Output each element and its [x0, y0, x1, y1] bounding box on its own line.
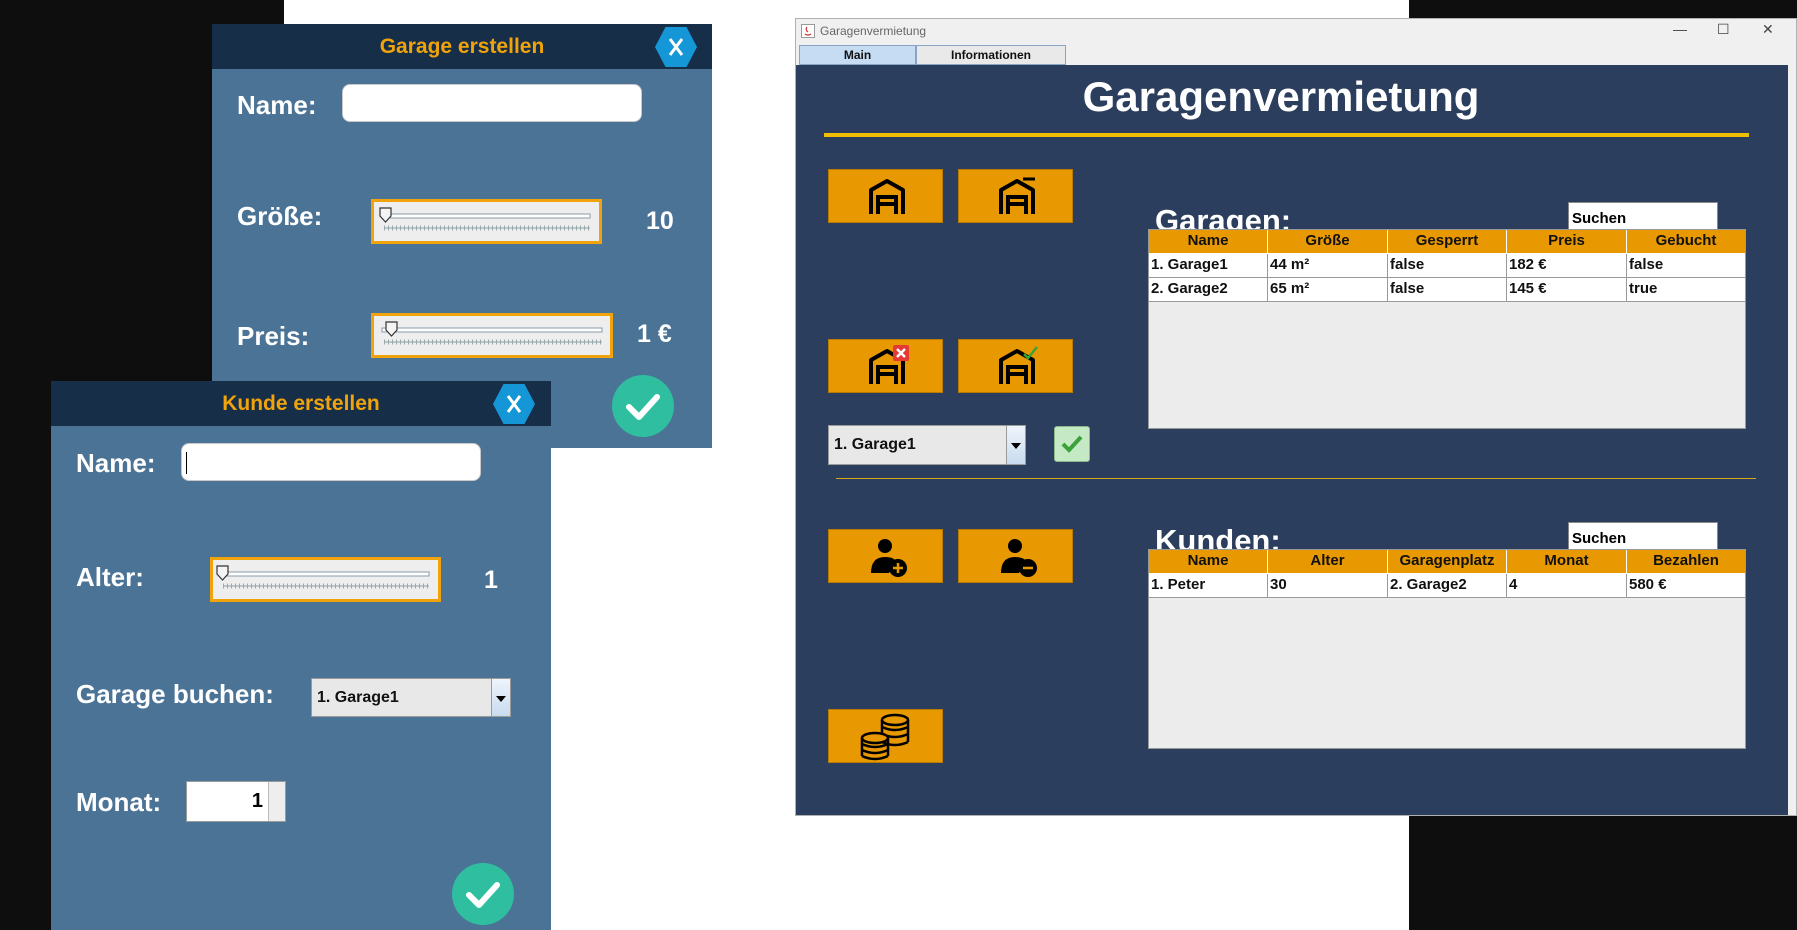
- garage-remove-icon: [999, 177, 1035, 214]
- checkmark-icon: [626, 394, 660, 420]
- tab-main[interactable]: Main: [799, 45, 916, 65]
- lock-garage-button[interactable]: [828, 339, 943, 393]
- table-cell: 580 €: [1627, 574, 1745, 598]
- name-label: Name:: [76, 448, 156, 478]
- price-label: Preis:: [237, 321, 310, 351]
- garagen-table: Name Größe Gesperrt Preis Gebucht 1. Gar…: [1148, 229, 1746, 429]
- column-header[interactable]: Alter: [1268, 550, 1388, 574]
- month-value: 1: [251, 790, 263, 812]
- garage-confirm-button[interactable]: [612, 375, 674, 437]
- window-title: Garagenvermietung: [820, 24, 927, 38]
- confirm-garage-button[interactable]: [1054, 426, 1090, 462]
- column-header[interactable]: Größe: [1268, 230, 1388, 254]
- column-header[interactable]: Name: [1149, 230, 1268, 254]
- table-row[interactable]: 1. Peter 30 2. Garage2 4 580 €: [1149, 574, 1745, 598]
- customer-confirm-button[interactable]: [452, 863, 514, 925]
- spinner-down-icon[interactable]: [268, 801, 285, 821]
- main-window: Garagenvermietung — ☐ ✕ Main Information…: [795, 18, 1797, 816]
- price-slider[interactable]: [371, 313, 613, 358]
- minimize-button[interactable]: —: [1673, 21, 1687, 37]
- table-cell: 44 m²: [1268, 254, 1388, 278]
- table-cell: 1. Garage1: [1149, 254, 1268, 278]
- table-cell: 30: [1268, 574, 1388, 598]
- maximize-button[interactable]: ☐: [1717, 21, 1730, 38]
- price-value: 1 €: [637, 320, 672, 348]
- table-cell: false: [1627, 254, 1745, 278]
- unlock-garage-button[interactable]: [958, 339, 1073, 393]
- table-row[interactable]: 1. Garage1 44 m² false 182 € false: [1149, 254, 1745, 278]
- table-header-row: Name Größe Gesperrt Preis Gebucht: [1149, 230, 1745, 254]
- add-customer-button[interactable]: [828, 529, 943, 583]
- size-value: 10: [646, 207, 674, 235]
- column-header[interactable]: Gebucht: [1627, 230, 1745, 254]
- text-cursor: [186, 452, 187, 474]
- name-label: Name:: [237, 90, 317, 120]
- tab-informationen[interactable]: Informationen: [916, 45, 1066, 65]
- garage-name-input[interactable]: [342, 84, 642, 122]
- age-value: 1: [484, 566, 498, 594]
- column-header[interactable]: Gesperrt: [1388, 230, 1507, 254]
- main-panel: Garagenvermietung 1. Garage1 Garagen: Su…: [796, 65, 1788, 815]
- table-cell: 182 €: [1507, 254, 1627, 278]
- checkmark-icon: [1061, 435, 1083, 453]
- table-cell: true: [1627, 278, 1745, 302]
- dialog-title: Garage erstellen: [379, 35, 545, 58]
- remove-customer-button[interactable]: [958, 529, 1073, 583]
- column-header[interactable]: Monat: [1507, 550, 1627, 574]
- age-label: Alter:: [76, 562, 144, 592]
- java-icon: [801, 24, 815, 38]
- chevron-down-icon[interactable]: [491, 679, 510, 716]
- month-spinner[interactable]: 1: [186, 781, 286, 822]
- garage-icon: [869, 179, 905, 214]
- close-window-button[interactable]: ✕: [1762, 21, 1774, 38]
- garage-unlock-icon: [999, 346, 1038, 384]
- garage-book-select[interactable]: 1. Garage1: [311, 678, 511, 717]
- section-divider: [836, 478, 1756, 479]
- table-cell: false: [1388, 278, 1507, 302]
- remove-garage-button[interactable]: [958, 169, 1073, 223]
- garage-lock-icon: [869, 345, 909, 384]
- column-header[interactable]: Name: [1149, 550, 1268, 574]
- customer-name-input[interactable]: [181, 443, 481, 481]
- spinner-up-icon[interactable]: [268, 782, 285, 802]
- garage-book-label: Garage buchen:: [76, 679, 274, 709]
- age-slider[interactable]: [210, 557, 441, 602]
- table-row[interactable]: 2. Garage2 65 m² false 145 € true: [1149, 278, 1745, 302]
- page-title: Garagenvermietung: [1082, 73, 1480, 120]
- garage-select-value: 1. Garage1: [834, 436, 916, 453]
- kunden-table: Name Alter Garagenplatz Monat Bezahlen 1…: [1148, 549, 1746, 749]
- table-cell: false: [1388, 254, 1507, 278]
- coins-icon: [860, 713, 910, 761]
- table-header-row: Name Alter Garagenplatz Monat Bezahlen: [1149, 550, 1745, 574]
- table-cell: 2. Garage2: [1388, 574, 1507, 598]
- remove-user-icon: [1001, 539, 1037, 577]
- checkmark-icon: [466, 882, 500, 908]
- column-header[interactable]: Bezahlen: [1627, 550, 1745, 574]
- size-label: Größe:: [237, 201, 323, 231]
- tab-bar: Main Informationen: [796, 45, 1796, 65]
- customer-create-dialog: Kunde erstellen Name: Alter: 1 Garage bu…: [51, 381, 551, 930]
- size-slider[interactable]: [371, 199, 602, 244]
- column-header[interactable]: Preis: [1507, 230, 1627, 254]
- title-underline: [824, 133, 1749, 137]
- add-garage-button[interactable]: [828, 169, 943, 223]
- add-user-icon: [871, 539, 907, 577]
- month-label: Monat:: [76, 787, 162, 817]
- chevron-down-icon[interactable]: [1006, 426, 1025, 464]
- column-header[interactable]: Garagenplatz: [1388, 550, 1507, 574]
- table-cell: 65 m²: [1268, 278, 1388, 302]
- dialog-title: Kunde erstellen: [222, 392, 380, 415]
- table-cell: 1. Peter: [1149, 574, 1268, 598]
- table-cell: 145 €: [1507, 278, 1627, 302]
- garage-select[interactable]: 1. Garage1: [828, 425, 1026, 465]
- table-cell: 2. Garage2: [1149, 278, 1268, 302]
- table-cell: 4: [1507, 574, 1627, 598]
- payment-button[interactable]: [828, 709, 943, 763]
- garage-book-selected: 1. Garage1: [317, 689, 399, 706]
